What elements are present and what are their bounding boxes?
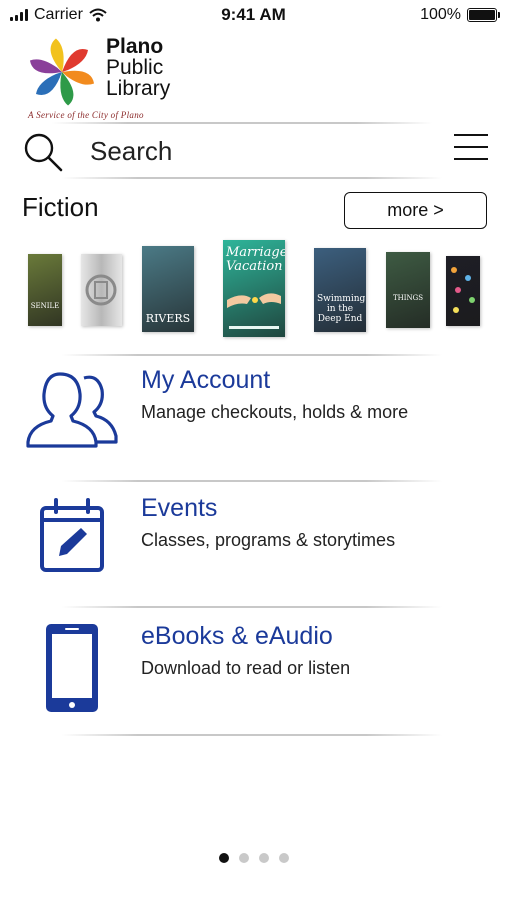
book-cover-text: Swimming in the Deep End [317, 294, 366, 324]
search-input[interactable] [90, 134, 420, 168]
menu-item-my-account[interactable]: My Account Manage checkouts, holds & mor… [0, 356, 507, 482]
page-indicator [219, 853, 289, 863]
item-divider [62, 606, 442, 608]
my-account-title: My Account [141, 366, 271, 394]
hamburger-menu-icon[interactable] [454, 134, 488, 162]
battery-percent: 100% [420, 6, 461, 23]
ebooks-subtitle: Download to read or listen [141, 658, 351, 678]
ebooks-title: eBooks & eAudio [141, 622, 333, 650]
book-cover-text: RIVERS [145, 312, 191, 325]
status-bar: Carrier 9:41 AM 100% [0, 0, 507, 30]
users-icon [26, 372, 118, 448]
events-subtitle: Classes, programs & storytimes [141, 530, 396, 550]
book-cover[interactable]: THINGS [386, 252, 430, 328]
events-title: Events [141, 494, 218, 522]
search-divider [62, 177, 442, 179]
page-dot[interactable] [219, 853, 229, 863]
search-bar [0, 126, 507, 176]
more-button[interactable]: more > [344, 192, 487, 229]
library-name: Plano Public Library [106, 36, 170, 99]
book-cover[interactable]: RIVERS [142, 246, 194, 332]
logo-tagline: A Service of the City of Plano [28, 110, 144, 120]
phone-device-icon [46, 624, 98, 712]
library-logo-mark [29, 38, 95, 106]
section-title-fiction: Fiction [22, 192, 99, 222]
battery-group: 100% [420, 6, 500, 24]
book-cover[interactable]: Marriage Vacation [223, 240, 285, 337]
book-cover[interactable] [446, 256, 480, 326]
battery-icon [467, 8, 500, 22]
book-cover[interactable]: SENILE [28, 254, 62, 326]
menu-item-events[interactable]: Events Classes, programs & storytimes [0, 484, 507, 610]
menu-item-ebooks[interactable]: eBooks & eAudio Download to read or list… [0, 610, 507, 736]
library-name-line1: Plano [106, 35, 164, 58]
book-cover[interactable]: Swimming in the Deep End [314, 248, 366, 332]
library-logo[interactable]: Plano Public Library A Service of the Ci… [26, 34, 186, 122]
page-dot[interactable] [279, 853, 289, 863]
page-dot[interactable] [259, 853, 269, 863]
book-cover-text: THINGS [392, 294, 424, 302]
book-placeholder-icon [85, 274, 117, 306]
header-divider [52, 122, 432, 124]
library-name-line2: Public [106, 56, 164, 79]
book-cover-dots [451, 267, 475, 313]
item-divider [62, 480, 442, 482]
book-cover[interactable] [81, 254, 122, 326]
hands-illustration [227, 293, 281, 329]
page-dot[interactable] [239, 853, 249, 863]
logo-petal [36, 72, 62, 96]
logo-petal [62, 48, 88, 72]
item-divider [62, 734, 442, 736]
search-icon[interactable] [22, 132, 64, 172]
library-name-line3: Library [106, 77, 171, 100]
my-account-subtitle: Manage checkouts, holds & more [141, 402, 409, 422]
calendar-edit-icon [40, 498, 104, 572]
book-cover-text: SENILE [30, 302, 60, 310]
